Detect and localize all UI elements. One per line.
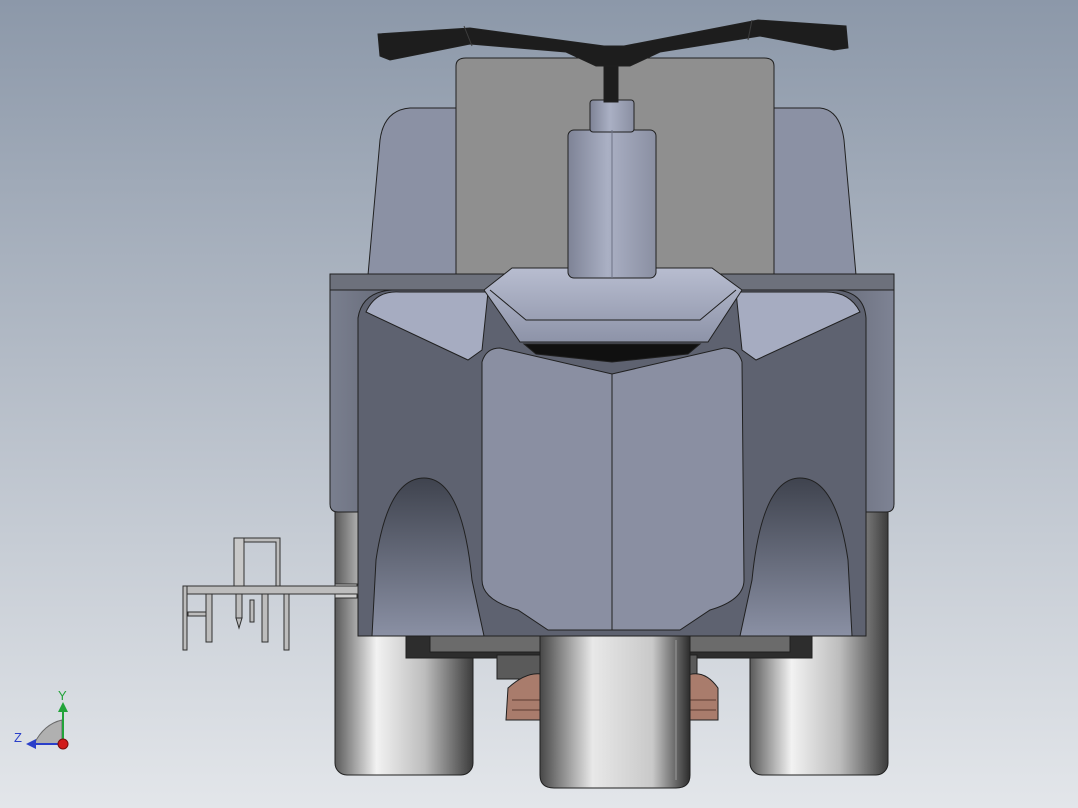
rear-fender-left xyxy=(367,107,457,276)
model-view: Y Z xyxy=(0,0,1078,808)
triad-x-axis-dot xyxy=(57,738,69,750)
front-nose xyxy=(481,347,745,631)
triad-z-label: Z xyxy=(14,730,22,745)
cad-viewport[interactable]: Y Z xyxy=(0,0,1078,808)
hood-ridge xyxy=(483,267,743,343)
steering-column-collar xyxy=(589,99,635,133)
front-wheel xyxy=(539,619,691,789)
triad-y-label: Y xyxy=(58,688,67,703)
